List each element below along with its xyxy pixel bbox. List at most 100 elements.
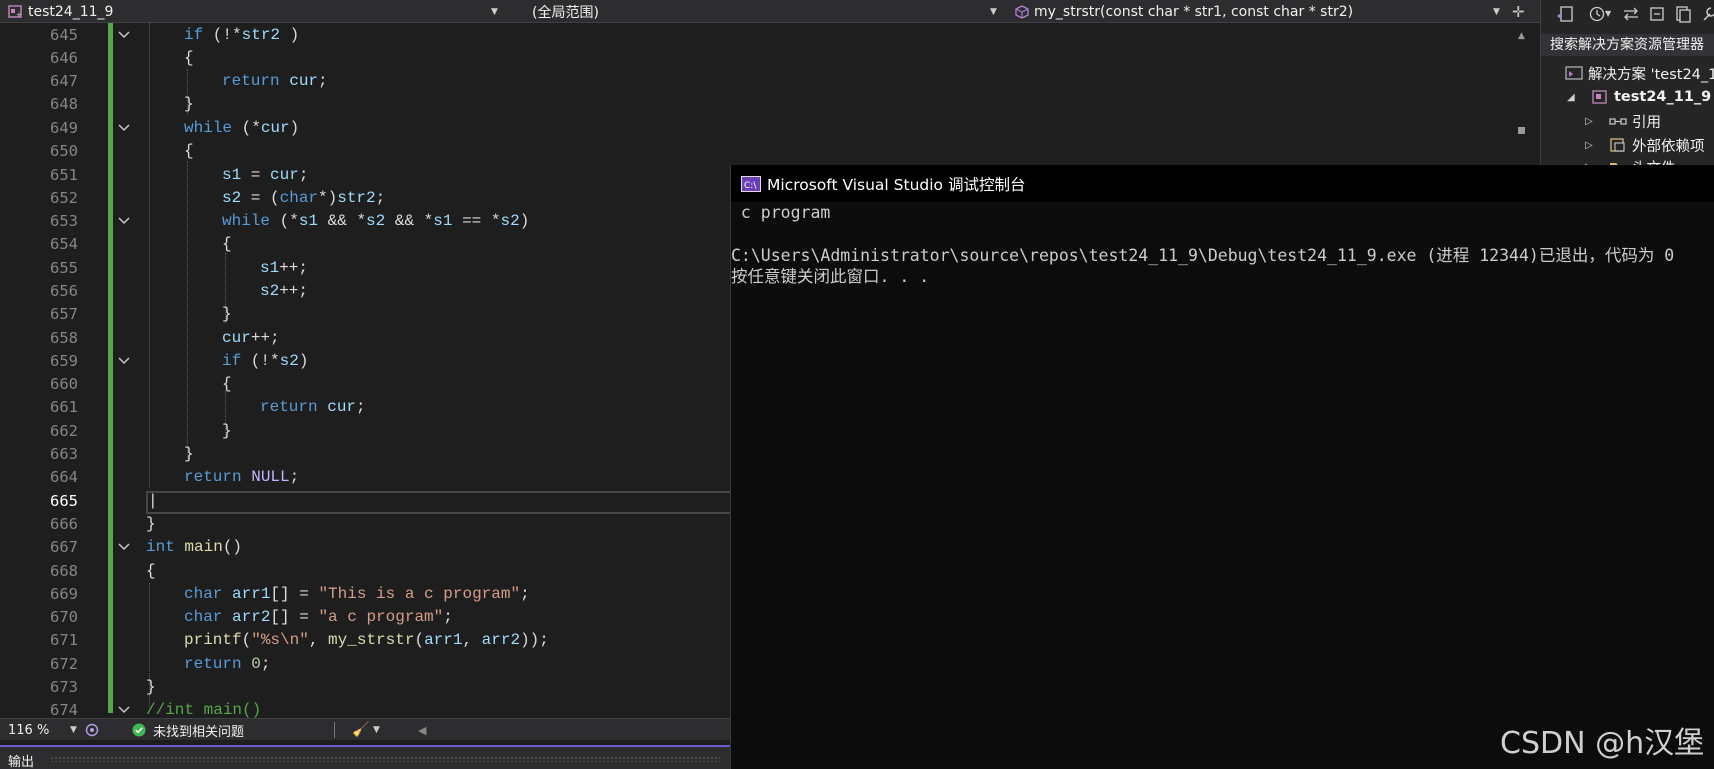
code-text: {: [146, 562, 156, 580]
code-text: s2++;: [260, 282, 309, 300]
code-line[interactable]: 655 s1++;: [0, 257, 730, 280]
code-line[interactable]: 666 }: [0, 513, 730, 536]
code-line[interactable]: 658 cur++;: [0, 327, 730, 350]
code-text: }: [184, 445, 194, 463]
broom-icon[interactable]: 🧹: [352, 719, 369, 741]
code-line[interactable]: 671 printf("%s\n", my_strstr(arr1, arr2)…: [0, 629, 730, 652]
tree-item-project[interactable]: ◢ test24_11_9: [1567, 85, 1711, 109]
fold-chevron-icon[interactable]: [117, 117, 131, 140]
line-number: 652: [50, 189, 78, 207]
code-line[interactable]: 646 {: [0, 47, 730, 70]
code-line[interactable]: 668 {: [0, 560, 730, 583]
code-text: }: [222, 422, 232, 440]
code-text: }: [222, 305, 232, 323]
line-number: 664: [50, 468, 78, 486]
editor-scrollbar[interactable]: ▲: [1507, 23, 1540, 163]
swap-arrows-icon[interactable]: [1621, 4, 1641, 24]
code-line[interactable]: 672 return 0;: [0, 653, 730, 676]
code-line[interactable]: 645 if (!*str2 ): [0, 24, 730, 47]
tree-item-solution[interactable]: 解决方案 'test24_1: [1565, 61, 1714, 85]
scope-dropdown[interactable]: (全局范围): [532, 0, 982, 23]
code-line[interactable]: 662 }: [0, 420, 730, 443]
console-line: 按任意键关闭此窗口. . .: [731, 267, 930, 286]
scroll-left-icon[interactable]: ◀: [418, 719, 426, 741]
tree-item-label: 引用: [1632, 114, 1661, 131]
issues-status[interactable]: 未找到相关问题: [153, 719, 244, 741]
collapsed-triangle-icon[interactable]: ▷: [1585, 116, 1599, 127]
line-number: 666: [50, 515, 78, 533]
scroll-up-icon[interactable]: ▲: [1518, 31, 1525, 41]
expanded-triangle-icon[interactable]: ◢: [1567, 92, 1581, 103]
code-text: int main(): [146, 538, 243, 556]
code-text: s2 = (char*)str2;: [222, 189, 386, 207]
code-line[interactable]: 654 {: [0, 233, 730, 256]
tree-item-references[interactable]: ▷ 引用: [1585, 109, 1661, 133]
code-line[interactable]: 673 }: [0, 676, 730, 699]
code-text: {: [222, 235, 232, 253]
code-line[interactable]: 669 char arr1[] = "This is a c program";: [0, 583, 730, 606]
svg-text:+: +: [16, 11, 22, 19]
collapsed-triangle-icon[interactable]: ▷: [1585, 140, 1599, 151]
zoom-level[interactable]: 116 %: [8, 719, 49, 741]
show-all-files-icon[interactable]: [1673, 4, 1693, 24]
code-line[interactable]: 674 //int main(): [0, 699, 730, 718]
project-dropdown[interactable]: + test24_11_9: [8, 0, 488, 23]
chevron-down-icon[interactable]: ▼: [1493, 0, 1500, 23]
line-number: 662: [50, 422, 78, 440]
copilot-icon[interactable]: [84, 719, 100, 741]
code-line[interactable]: 649 while (*cur): [0, 117, 730, 140]
drag-handle[interactable]: [50, 756, 720, 762]
code-line[interactable]: 667 int main(): [0, 536, 730, 559]
fold-chevron-icon[interactable]: [117, 210, 131, 233]
output-panel-header[interactable]: 输出: [0, 745, 730, 769]
line-number: 671: [50, 631, 78, 649]
console-title-bar[interactable]: C:\ Microsoft Visual Studio 调试控制台: [731, 165, 1714, 202]
code-line-current[interactable]: 665 |: [0, 490, 730, 513]
code-line[interactable]: 661 return cur;: [0, 396, 730, 419]
code-text: return cur;: [222, 72, 328, 90]
tree-item-external-deps[interactable]: ▷ 外部依赖项: [1585, 133, 1705, 157]
split-icon[interactable]: ✛: [1512, 0, 1525, 23]
fold-chevron-icon[interactable]: [117, 24, 131, 47]
code-line[interactable]: 653 while (*s1 && *s2 && *s1 == *s2): [0, 210, 730, 233]
code-text: {: [184, 142, 194, 160]
tree-item-header-files[interactable]: ▷ 头文件: [1585, 155, 1676, 165]
wrench-icon[interactable]: [1699, 4, 1714, 24]
chevron-down-icon[interactable]: ▼: [491, 0, 498, 23]
line-number: 668: [50, 562, 78, 580]
code-line[interactable]: 670 char arr2[] = "a c program";: [0, 606, 730, 629]
editor-status-bar: 116 % ▼ 未找到相关问题 🧹 ▼ ◀: [0, 718, 730, 740]
code-line[interactable]: 647 return cur;: [0, 70, 730, 93]
function-name: my_strstr(const char * str1, const char …: [1034, 3, 1354, 20]
chevron-down-icon[interactable]: ▼: [990, 0, 997, 23]
code-text: {: [184, 49, 194, 67]
code-line[interactable]: 659 if (!*s2): [0, 350, 730, 373]
references-icon: [1609, 118, 1627, 125]
collapse-all-icon[interactable]: [1647, 4, 1667, 24]
history-icon[interactable]: [1587, 4, 1607, 24]
debug-console-window[interactable]: C:\ Microsoft Visual Studio 调试控制台 c prog…: [730, 165, 1714, 769]
code-line[interactable]: 657 }: [0, 303, 730, 326]
code-line[interactable]: 650 {: [0, 140, 730, 163]
project-icon: [1592, 90, 1607, 104]
console-line: C:\Users\Administrator\source\repos\test…: [731, 246, 1675, 265]
code-line[interactable]: 648 }: [0, 93, 730, 116]
fold-chevron-icon[interactable]: [117, 536, 131, 559]
code-line[interactable]: 651 s1 = cur;: [0, 164, 730, 187]
code-line[interactable]: 664 return NULL;: [0, 466, 730, 489]
fold-chevron-icon[interactable]: [117, 699, 131, 718]
chevron-down-icon[interactable]: ▼: [70, 719, 77, 741]
fold-chevron-icon[interactable]: [117, 350, 131, 373]
text-cursor: |: [148, 492, 158, 510]
code-line[interactable]: 660 {: [0, 373, 730, 396]
function-dropdown[interactable]: my_strstr(const char * str1, const char …: [1014, 0, 1494, 23]
sync-vs-icon[interactable]: [1555, 4, 1575, 24]
code-line[interactable]: 663 }: [0, 443, 730, 466]
chevron-down-icon[interactable]: ▼: [373, 719, 380, 741]
code-line[interactable]: 652 s2 = (char*)str2;: [0, 187, 730, 210]
scroll-thumb[interactable]: [1518, 127, 1525, 134]
solution-explorer-search[interactable]: 搜索解决方案资源管理器: [1541, 34, 1714, 56]
code-editor[interactable]: 645 if (!*str2 ) 646 { 647 return cur; 6…: [0, 23, 730, 718]
navigation-bar: + test24_11_9 ▼ (全局范围) ▼ my_strstr(const…: [0, 0, 1540, 23]
code-line[interactable]: 656 s2++;: [0, 280, 730, 303]
